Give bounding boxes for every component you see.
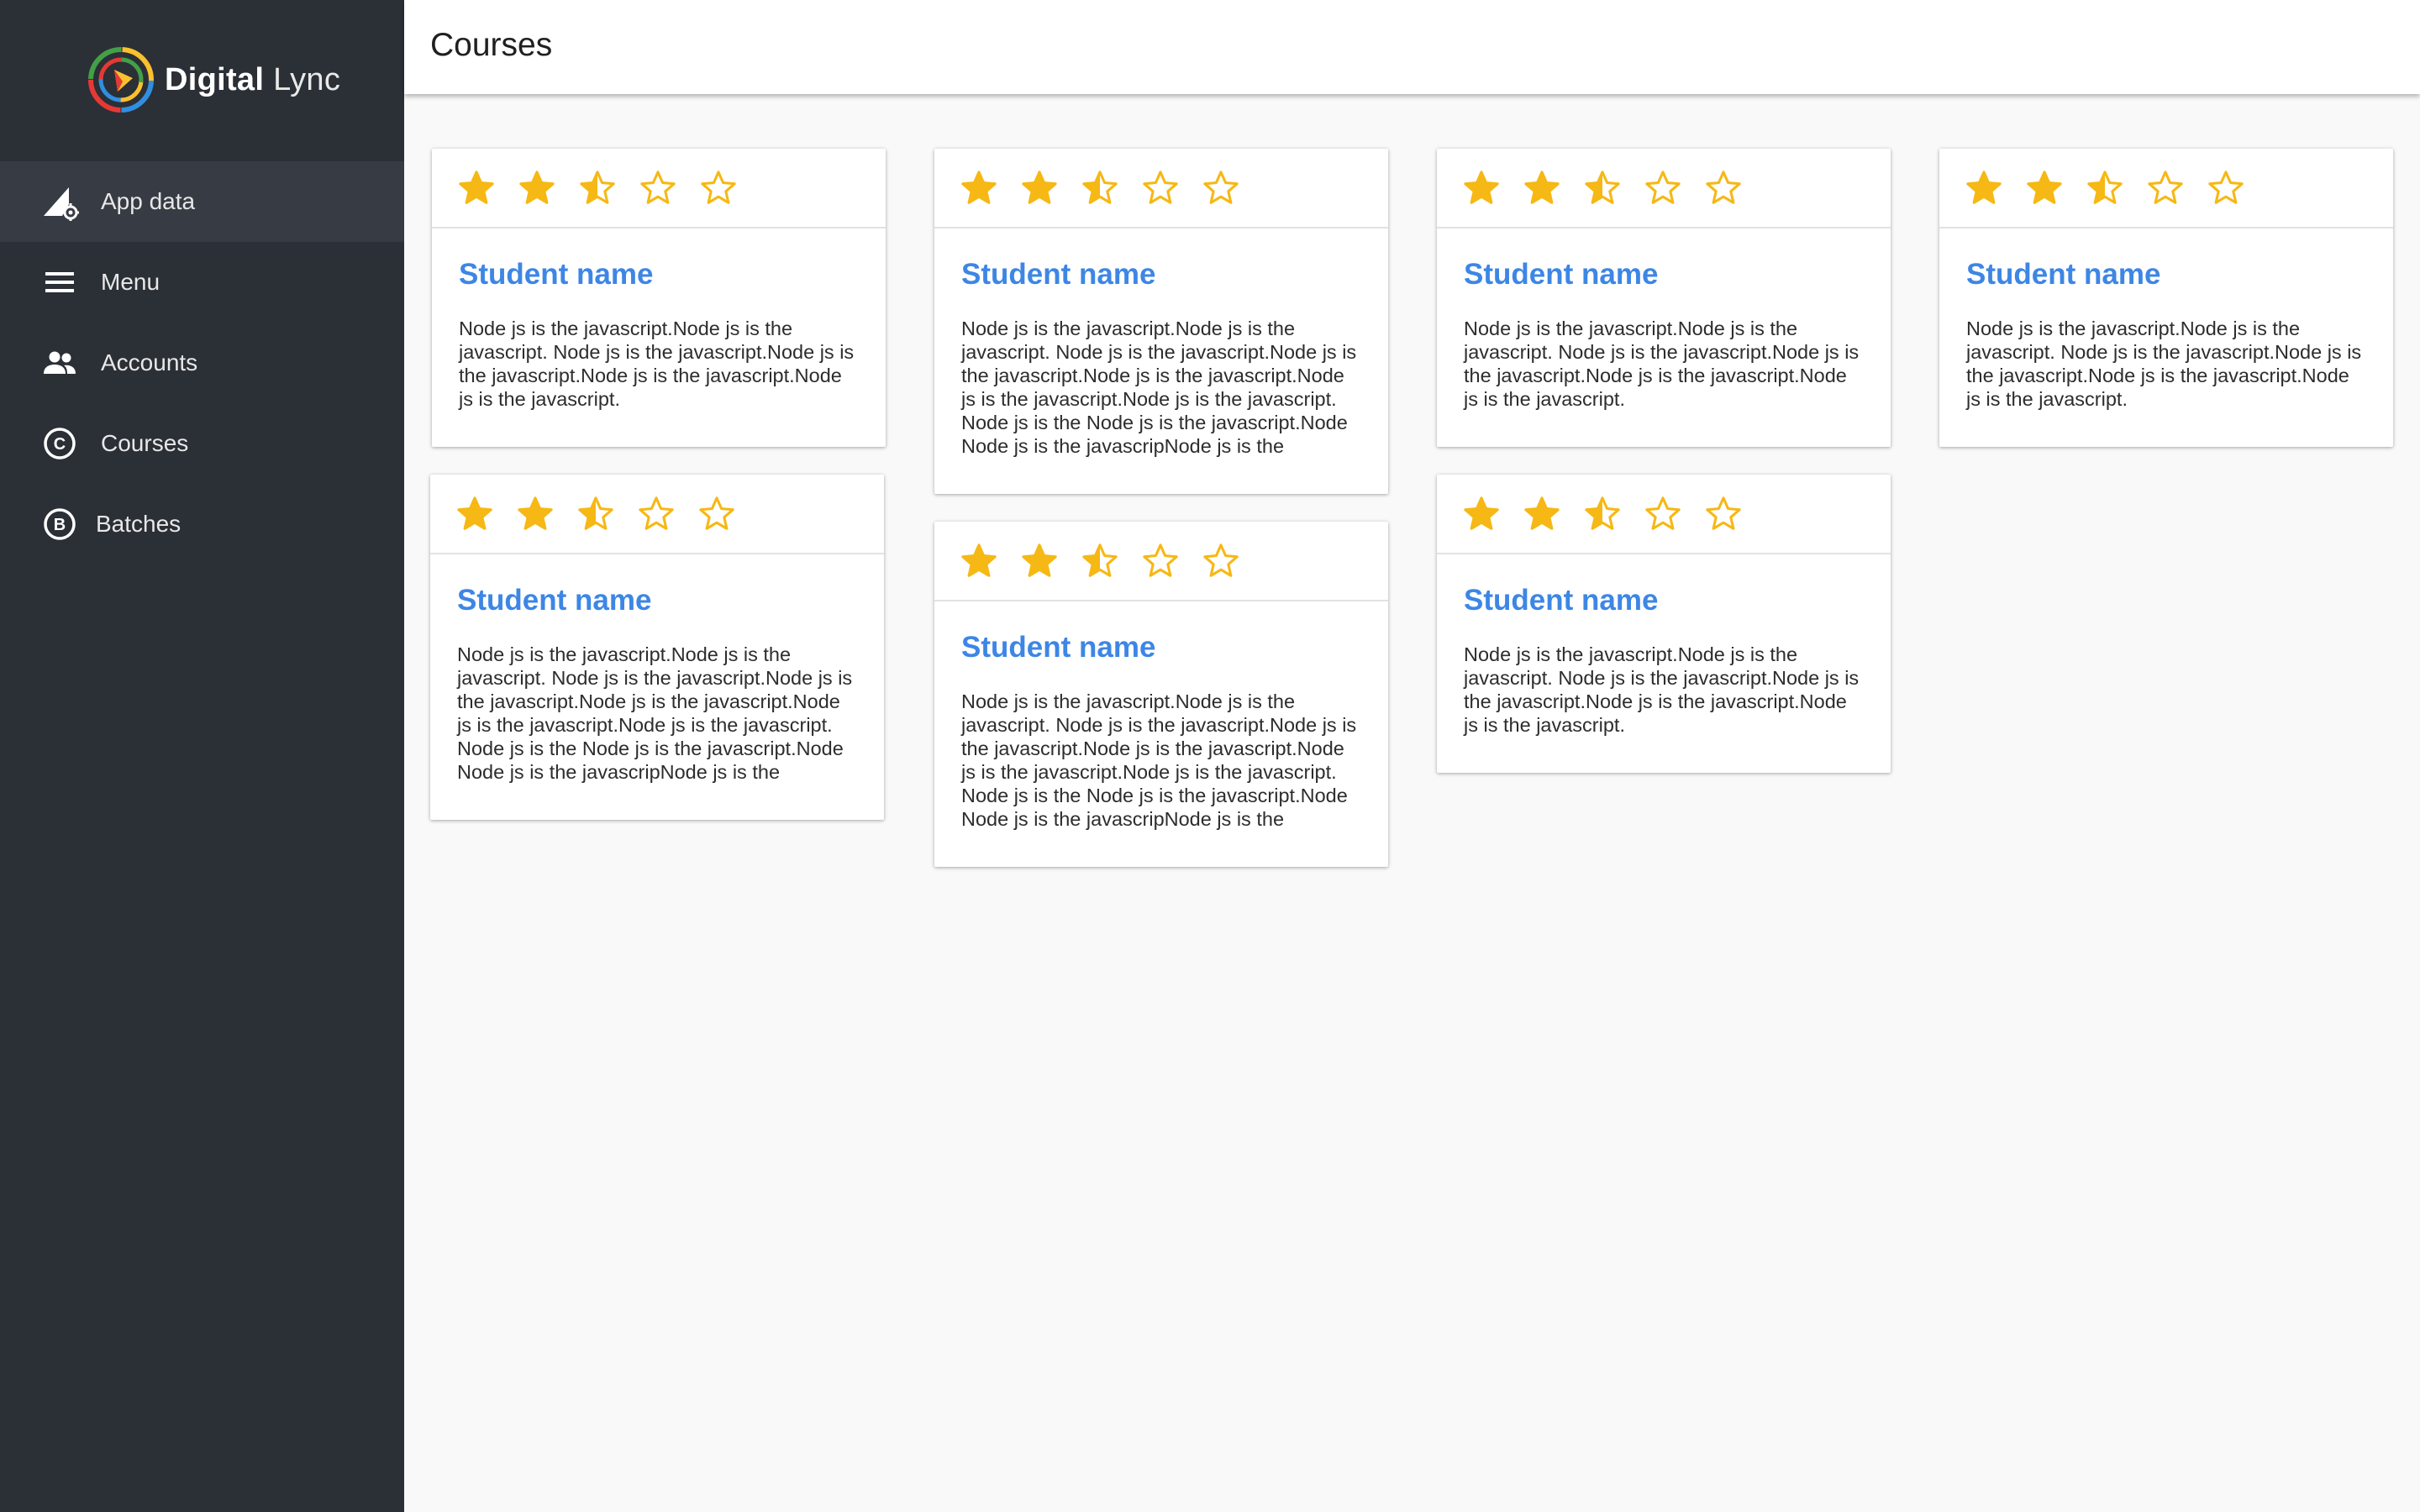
course-card[interactable]: Student name Node js is the javascript.N… bbox=[934, 522, 1388, 867]
star-full-icon[interactable] bbox=[455, 495, 494, 533]
card-title: Student name bbox=[459, 258, 654, 291]
star-full-icon[interactable] bbox=[1462, 169, 1501, 207]
app-header: Courses bbox=[404, 0, 2420, 94]
svg-text:B: B bbox=[54, 516, 66, 534]
star-empty-icon[interactable] bbox=[637, 495, 676, 533]
card-text: Node js is the javascript.Node js is the… bbox=[1464, 643, 1860, 736]
page-title: Courses bbox=[430, 27, 553, 63]
course-card[interactable]: Student name Node js is the javascript.N… bbox=[934, 149, 1388, 494]
svg-text:C: C bbox=[54, 435, 66, 454]
courses-icon: C bbox=[39, 423, 81, 465]
logo-text-light: Lync bbox=[264, 61, 341, 97]
star-full-icon[interactable] bbox=[1523, 169, 1561, 207]
star-rating[interactable] bbox=[1437, 149, 1891, 228]
star-empty-icon[interactable] bbox=[1644, 169, 1682, 207]
star-rating[interactable] bbox=[430, 475, 884, 554]
sidebar-item-app-data[interactable]: App data bbox=[0, 161, 404, 242]
course-card[interactable]: Student name Node js is the javascript.N… bbox=[1939, 149, 2393, 447]
star-half-icon[interactable] bbox=[576, 495, 615, 533]
menu-icon bbox=[39, 261, 81, 303]
course-card[interactable]: Student name Node js is the javascript.N… bbox=[432, 149, 886, 447]
star-rating[interactable] bbox=[432, 149, 886, 228]
star-empty-icon[interactable] bbox=[2207, 169, 2245, 207]
star-half-icon[interactable] bbox=[1081, 542, 1119, 580]
sidebar-item-label: Accounts bbox=[101, 349, 198, 375]
star-full-icon[interactable] bbox=[1965, 169, 2003, 207]
course-card[interactable]: Student name Node js is the javascript.N… bbox=[430, 475, 884, 820]
batches-icon: B bbox=[39, 503, 81, 545]
star-full-icon[interactable] bbox=[1523, 495, 1561, 533]
sidebar-item-label: Batches bbox=[96, 511, 182, 537]
star-empty-icon[interactable] bbox=[1202, 542, 1240, 580]
star-half-icon[interactable] bbox=[1081, 169, 1119, 207]
star-full-icon[interactable] bbox=[1020, 169, 1059, 207]
star-full-icon[interactable] bbox=[960, 169, 998, 207]
card-text: Node js is the javascript.Node js is the… bbox=[1966, 318, 2362, 410]
accounts-icon bbox=[39, 342, 81, 384]
star-half-icon[interactable] bbox=[1583, 495, 1622, 533]
card-text: Node js is the javascript.Node js is the… bbox=[1464, 318, 1860, 410]
card-title: Student name bbox=[457, 584, 652, 617]
app-data-icon bbox=[39, 181, 81, 223]
sidebar: Digital Lync App data Menu Accounts C Co… bbox=[0, 0, 404, 1512]
star-empty-icon[interactable] bbox=[2146, 169, 2185, 207]
sidebar-item-accounts[interactable]: Accounts bbox=[0, 323, 404, 403]
star-full-icon[interactable] bbox=[457, 169, 496, 207]
star-rating[interactable] bbox=[1437, 475, 1891, 554]
logo-text: Digital Lync bbox=[165, 62, 340, 98]
sidebar-item-courses[interactable]: C Courses bbox=[0, 403, 404, 484]
star-empty-icon[interactable] bbox=[639, 169, 677, 207]
logo-text-bold: Digital bbox=[165, 61, 265, 97]
star-rating[interactable] bbox=[934, 149, 1388, 228]
star-full-icon[interactable] bbox=[960, 542, 998, 580]
card-title: Student name bbox=[1464, 258, 1659, 291]
card-text: Node js is the javascript.Node js is the… bbox=[961, 690, 1357, 830]
star-empty-icon[interactable] bbox=[699, 169, 738, 207]
logo[interactable]: Digital Lync bbox=[86, 44, 340, 116]
star-empty-icon[interactable] bbox=[1704, 495, 1743, 533]
sidebar-item-label: Menu bbox=[101, 269, 160, 295]
star-rating[interactable] bbox=[934, 522, 1388, 601]
card-title: Student name bbox=[1464, 584, 1659, 617]
star-half-icon[interactable] bbox=[2086, 169, 2124, 207]
star-empty-icon[interactable] bbox=[1704, 169, 1743, 207]
star-full-icon[interactable] bbox=[516, 495, 555, 533]
card-title: Student name bbox=[961, 631, 1156, 664]
course-card[interactable]: Student name Node js is the javascript.N… bbox=[1437, 149, 1891, 447]
star-full-icon[interactable] bbox=[2025, 169, 2064, 207]
star-full-icon[interactable] bbox=[1462, 495, 1501, 533]
sidebar-item-menu[interactable]: Menu bbox=[0, 242, 404, 323]
sidebar-item-batches[interactable]: B Batches bbox=[0, 484, 404, 564]
card-title: Student name bbox=[1966, 258, 2161, 291]
sidebar-item-label: Courses bbox=[101, 430, 189, 456]
star-empty-icon[interactable] bbox=[1202, 169, 1240, 207]
card-title: Student name bbox=[961, 258, 1156, 291]
logo-icon bbox=[88, 47, 154, 113]
sidebar-item-label: App data bbox=[101, 188, 196, 214]
sidebar-nav: App data Menu Accounts C Courses B Batch… bbox=[0, 161, 404, 564]
star-half-icon[interactable] bbox=[1583, 169, 1622, 207]
course-card[interactable]: Student name Node js is the javascript.N… bbox=[1437, 475, 1891, 773]
star-empty-icon[interactable] bbox=[1141, 169, 1180, 207]
card-text: Node js is the javascript.Node js is the… bbox=[459, 318, 855, 410]
star-full-icon[interactable] bbox=[518, 169, 556, 207]
card-text: Node js is the javascript.Node js is the… bbox=[961, 318, 1357, 457]
star-full-icon[interactable] bbox=[1020, 542, 1059, 580]
star-half-icon[interactable] bbox=[578, 169, 617, 207]
card-text: Node js is the javascript.Node js is the… bbox=[457, 643, 853, 783]
star-empty-icon[interactable] bbox=[697, 495, 736, 533]
star-empty-icon[interactable] bbox=[1644, 495, 1682, 533]
star-empty-icon[interactable] bbox=[1141, 542, 1180, 580]
star-rating[interactable] bbox=[1939, 149, 2393, 228]
